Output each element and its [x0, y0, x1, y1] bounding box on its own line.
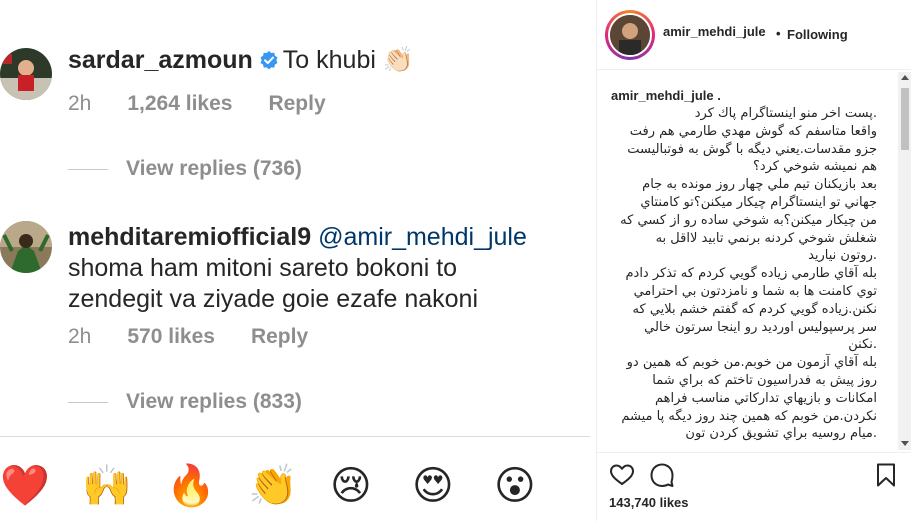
caption-line: .ميام روسيه براي تشويق كردن تون [685, 426, 877, 442]
caption-line: .پست اخر منو اينستاگرام پاك كرد [694, 106, 877, 121]
separator-dot: • [776, 26, 781, 41]
caption-line: نكنن.زياده گويي كردم كه گفتم خشم بلايي ك… [632, 301, 877, 317]
emoji-clap[interactable]: 👏 [248, 462, 298, 510]
comment-body: To khubi 👏🏻 [282, 46, 414, 74]
comment-username[interactable]: mehditaremiofficial9 [68, 223, 311, 251]
comment-meta: 2h 1,264 likes Reply [68, 92, 362, 116]
emoji-raised-hands[interactable]: 🙌 [82, 462, 132, 510]
emoji-heart[interactable]: ❤️ [0, 462, 50, 510]
caption-line: جزو مقدسات.يعني ديگه با گوش به فوتباليست [627, 141, 877, 157]
avatar-frame [608, 13, 652, 57]
caption-line: .نكنن [848, 337, 877, 353]
caption-line: بله آقاي آزمون من خوبم.من خوبم كه همين د… [626, 355, 877, 371]
avatar[interactable] [0, 48, 52, 100]
view-replies-label: View replies (833) [126, 390, 302, 413]
caption-line: هم نميشه شوخي كرد؟ [752, 159, 877, 175]
avatar [610, 15, 650, 55]
caption-line: نكردن.من خوبم كه همين چند روز ديگه پا مي… [621, 408, 877, 424]
replies-divider [68, 401, 108, 403]
comment-meta: 2h 570 likes Reply [68, 325, 344, 349]
emoji-fire[interactable]: 🔥 [166, 462, 216, 510]
scrollbar-thumb[interactable] [901, 88, 909, 150]
caption-line: بله آقاي طارمي زياده گويي كردم كه تذكر د… [625, 266, 877, 282]
caption-line: امكانات و بازيهاي تداركاتي مناسب فراهم [654, 390, 877, 406]
caption-line: روز پيش به فدراسيون تاختم كه براي شما [652, 372, 877, 388]
story-ring[interactable] [605, 10, 655, 60]
emoji-cry[interactable]: 😢 [330, 462, 372, 510]
comment-likes[interactable]: 570 likes [127, 325, 215, 348]
emoji-bar: ❤️ 🙌 🔥 👏 😢 😍 😮 [0, 462, 590, 512]
comment-time[interactable]: 2h [68, 92, 91, 115]
post-likes-count[interactable]: 143,740 likes [609, 495, 689, 510]
replies-divider [68, 168, 108, 170]
caption-line: توي كامنت ها به شما و نامزدتون بي احترام… [633, 283, 877, 299]
bookmark-icon[interactable] [873, 462, 899, 488]
comment-body-line1: shoma ham mitoni sareto bokoni to [68, 254, 458, 282]
emoji-surprised[interactable]: 😮 [494, 462, 536, 510]
comment-bubble-icon[interactable] [649, 462, 675, 488]
view-replies-button[interactable]: View replies (833) [68, 390, 302, 414]
mention-link[interactable]: @amir_mehdi_jule [318, 223, 527, 251]
comment-text: sardar_azmoun To khubi 👏🏻 [68, 45, 414, 76]
caption-line: سر پرسپوليس اورديد رو اينجا سرتون خالي [644, 319, 877, 335]
reply-button[interactable]: Reply [268, 92, 325, 115]
post-username[interactable]: amir_mehdi_jule [663, 24, 766, 39]
caption-line: من چيكار ميكنن؟به شوخي ساده رو از كسي كه [620, 212, 877, 228]
post-header: amir_mehdi_jule • Following [597, 0, 911, 70]
caption-line: جهاني تو اينستاگرام چيكار ميكنن؟تو كامنت… [640, 194, 877, 210]
comment-username[interactable]: sardar_azmoun [68, 46, 253, 74]
comment-body-line2: zendegit va ziyade goie ezafe nakoni [68, 285, 479, 313]
actions-divider [597, 452, 911, 453]
caption-line: بعد بازيكنان تيم ملي چهار روز مونده به ج… [642, 177, 877, 193]
comment-likes[interactable]: 1,264 likes [127, 92, 232, 115]
comment-text: mehditaremiofficial9 @amir_mehdi_jule sh… [68, 222, 527, 315]
caption-line: واقعا متاسفم كه گوش مهدي طارمي هم رفت [629, 123, 877, 139]
scroll-down-arrow-icon[interactable] [901, 441, 909, 446]
caption-text: .پست اخر منو اينستاگرام پاك كرد واقعا متا… [607, 105, 877, 443]
scrollbar[interactable] [898, 72, 911, 450]
post-panel: amir_mehdi_jule • Following amir_mehdi_j… [596, 0, 911, 521]
verified-badge-icon [259, 47, 279, 70]
caption-line: .روتون نياريد [808, 248, 877, 264]
caption-username[interactable]: amir_mehdi_jule . [611, 88, 721, 103]
reply-button[interactable]: Reply [251, 325, 308, 348]
comments-panel: sardar_azmoun To khubi 👏🏻 2h 1,264 likes Re… [0, 0, 590, 521]
following-button[interactable]: Following [787, 27, 848, 42]
emoji-heart-eyes[interactable]: 😍 [412, 462, 454, 510]
view-replies-button[interactable]: View replies (736) [68, 157, 302, 181]
emoji-bar-divider [0, 436, 590, 437]
avatar[interactable] [0, 221, 52, 273]
scroll-up-arrow-icon[interactable] [901, 75, 909, 80]
comment-time[interactable]: 2h [68, 325, 91, 348]
caption-scroll-area[interactable]: amir_mehdi_jule . .پست اخر منو اينستاگرا… [597, 72, 902, 452]
heart-icon[interactable] [609, 462, 635, 488]
view-replies-label: View replies (736) [126, 157, 302, 180]
caption-line: شغلش شوخي كردنه برنمي تابيد لااقل به [655, 230, 877, 246]
